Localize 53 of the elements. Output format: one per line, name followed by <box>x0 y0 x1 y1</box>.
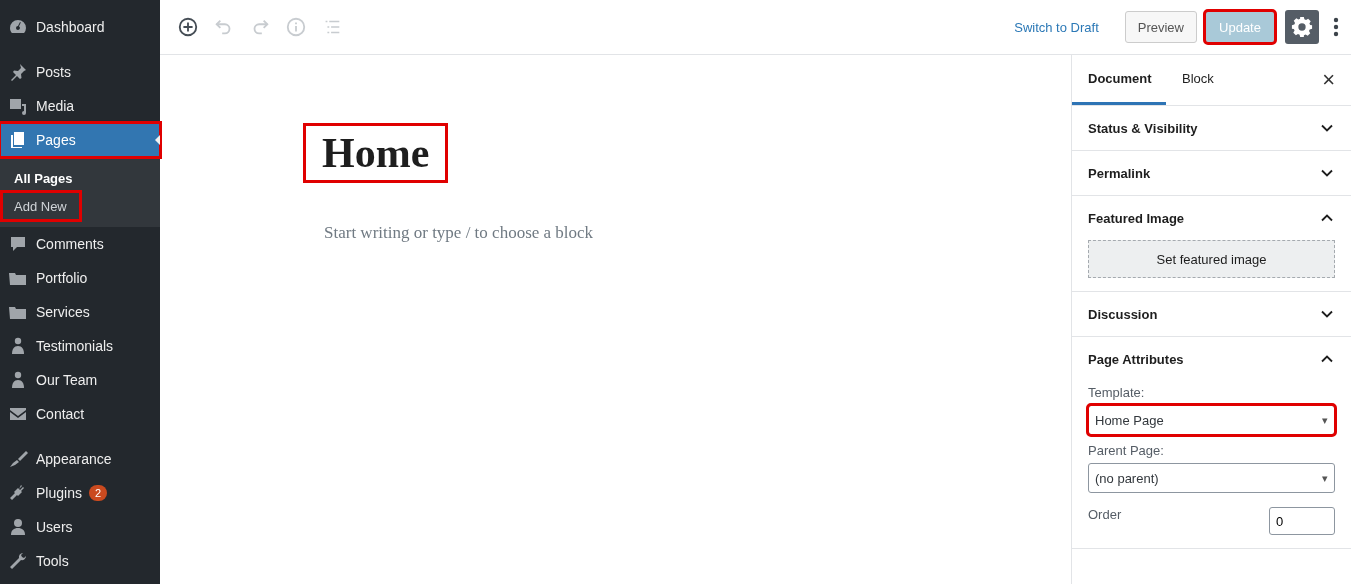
page-title[interactable]: Home <box>305 125 447 181</box>
section-title: Permalink <box>1088 165 1151 181</box>
switch-to-draft-link[interactable]: Switch to Draft <box>1014 19 1099 35</box>
dropdown-caret: ▾ <box>1322 413 1328 427</box>
menu-item[interactable]: Plugins 2 <box>0 476 160 510</box>
comment-icon <box>8 234 28 254</box>
brush-icon <box>8 449 28 469</box>
menu-item[interactable]: Portfolio <box>0 261 160 295</box>
block-placeholder[interactable]: Start writing or type / to choose a block <box>324 223 1071 243</box>
info-icon <box>285 16 307 38</box>
menu-item[interactable]: Contact <box>0 397 160 431</box>
field-label: Order <box>1088 507 1122 522</box>
panel-tab[interactable]: Document <box>1072 55 1166 105</box>
menu-item[interactable]: Pages <box>0 123 160 157</box>
submenu-item[interactable]: All Pages <box>2 164 80 192</box>
settings-button[interactable] <box>1285 10 1319 44</box>
section-title: Featured Image <box>1088 210 1185 226</box>
menu-item[interactable]: Tools <box>0 544 160 578</box>
order-input[interactable]: 0 <box>1269 507 1335 535</box>
section-header[interactable]: Permalink <box>1072 151 1351 195</box>
section-title: Discussion <box>1088 306 1158 322</box>
more-options-icon[interactable] <box>1333 16 1339 38</box>
menu-item[interactable]: Posts <box>0 55 160 89</box>
field-label: Parent Page: <box>1088 443 1165 458</box>
update-count-badge: 2 <box>88 485 108 501</box>
wrench-icon <box>8 551 28 571</box>
menu-item[interactable]: Comments <box>0 227 160 261</box>
media-icon <box>8 96 28 116</box>
menu-item[interactable]: Our Team <box>0 363 160 397</box>
parent-page-select[interactable]: (no parent) ▾ <box>1088 463 1335 493</box>
panel-tab[interactable]: Block <box>1166 55 1230 105</box>
set-featured-image-button[interactable]: Set featured image <box>1088 240 1335 278</box>
menu-item[interactable]: Testimonials <box>0 329 160 363</box>
menu-item[interactable]: Media <box>0 89 160 123</box>
section-title: Status & Visibility <box>1088 120 1198 136</box>
section-header[interactable]: Page Attributes <box>1072 337 1351 381</box>
settings-icon <box>1291 16 1313 38</box>
section-header[interactable]: Discussion <box>1072 292 1351 336</box>
menu-item[interactable]: Services <box>0 295 160 329</box>
section-title: Page Attributes <box>1088 351 1184 367</box>
section-header[interactable]: Status & Visibility <box>1072 106 1351 150</box>
menu-item[interactable]: Dashboard <box>0 10 160 44</box>
user-icon <box>8 517 28 537</box>
menu-item[interactable]: Appearance <box>0 442 160 476</box>
close-button[interactable]: × <box>1316 66 1341 94</box>
submenu-item[interactable]: Add New <box>2 192 80 220</box>
section-header[interactable]: Featured Image <box>1072 196 1351 240</box>
menu-item[interactable]: Users <box>0 510 160 544</box>
preview-button[interactable]: Preview <box>1124 11 1197 43</box>
field-label: Template: <box>1088 385 1146 400</box>
add-icon <box>177 16 199 38</box>
dropdown-caret: ▾ <box>1322 471 1328 485</box>
template-select[interactable]: Home Page ▾ <box>1088 405 1335 435</box>
